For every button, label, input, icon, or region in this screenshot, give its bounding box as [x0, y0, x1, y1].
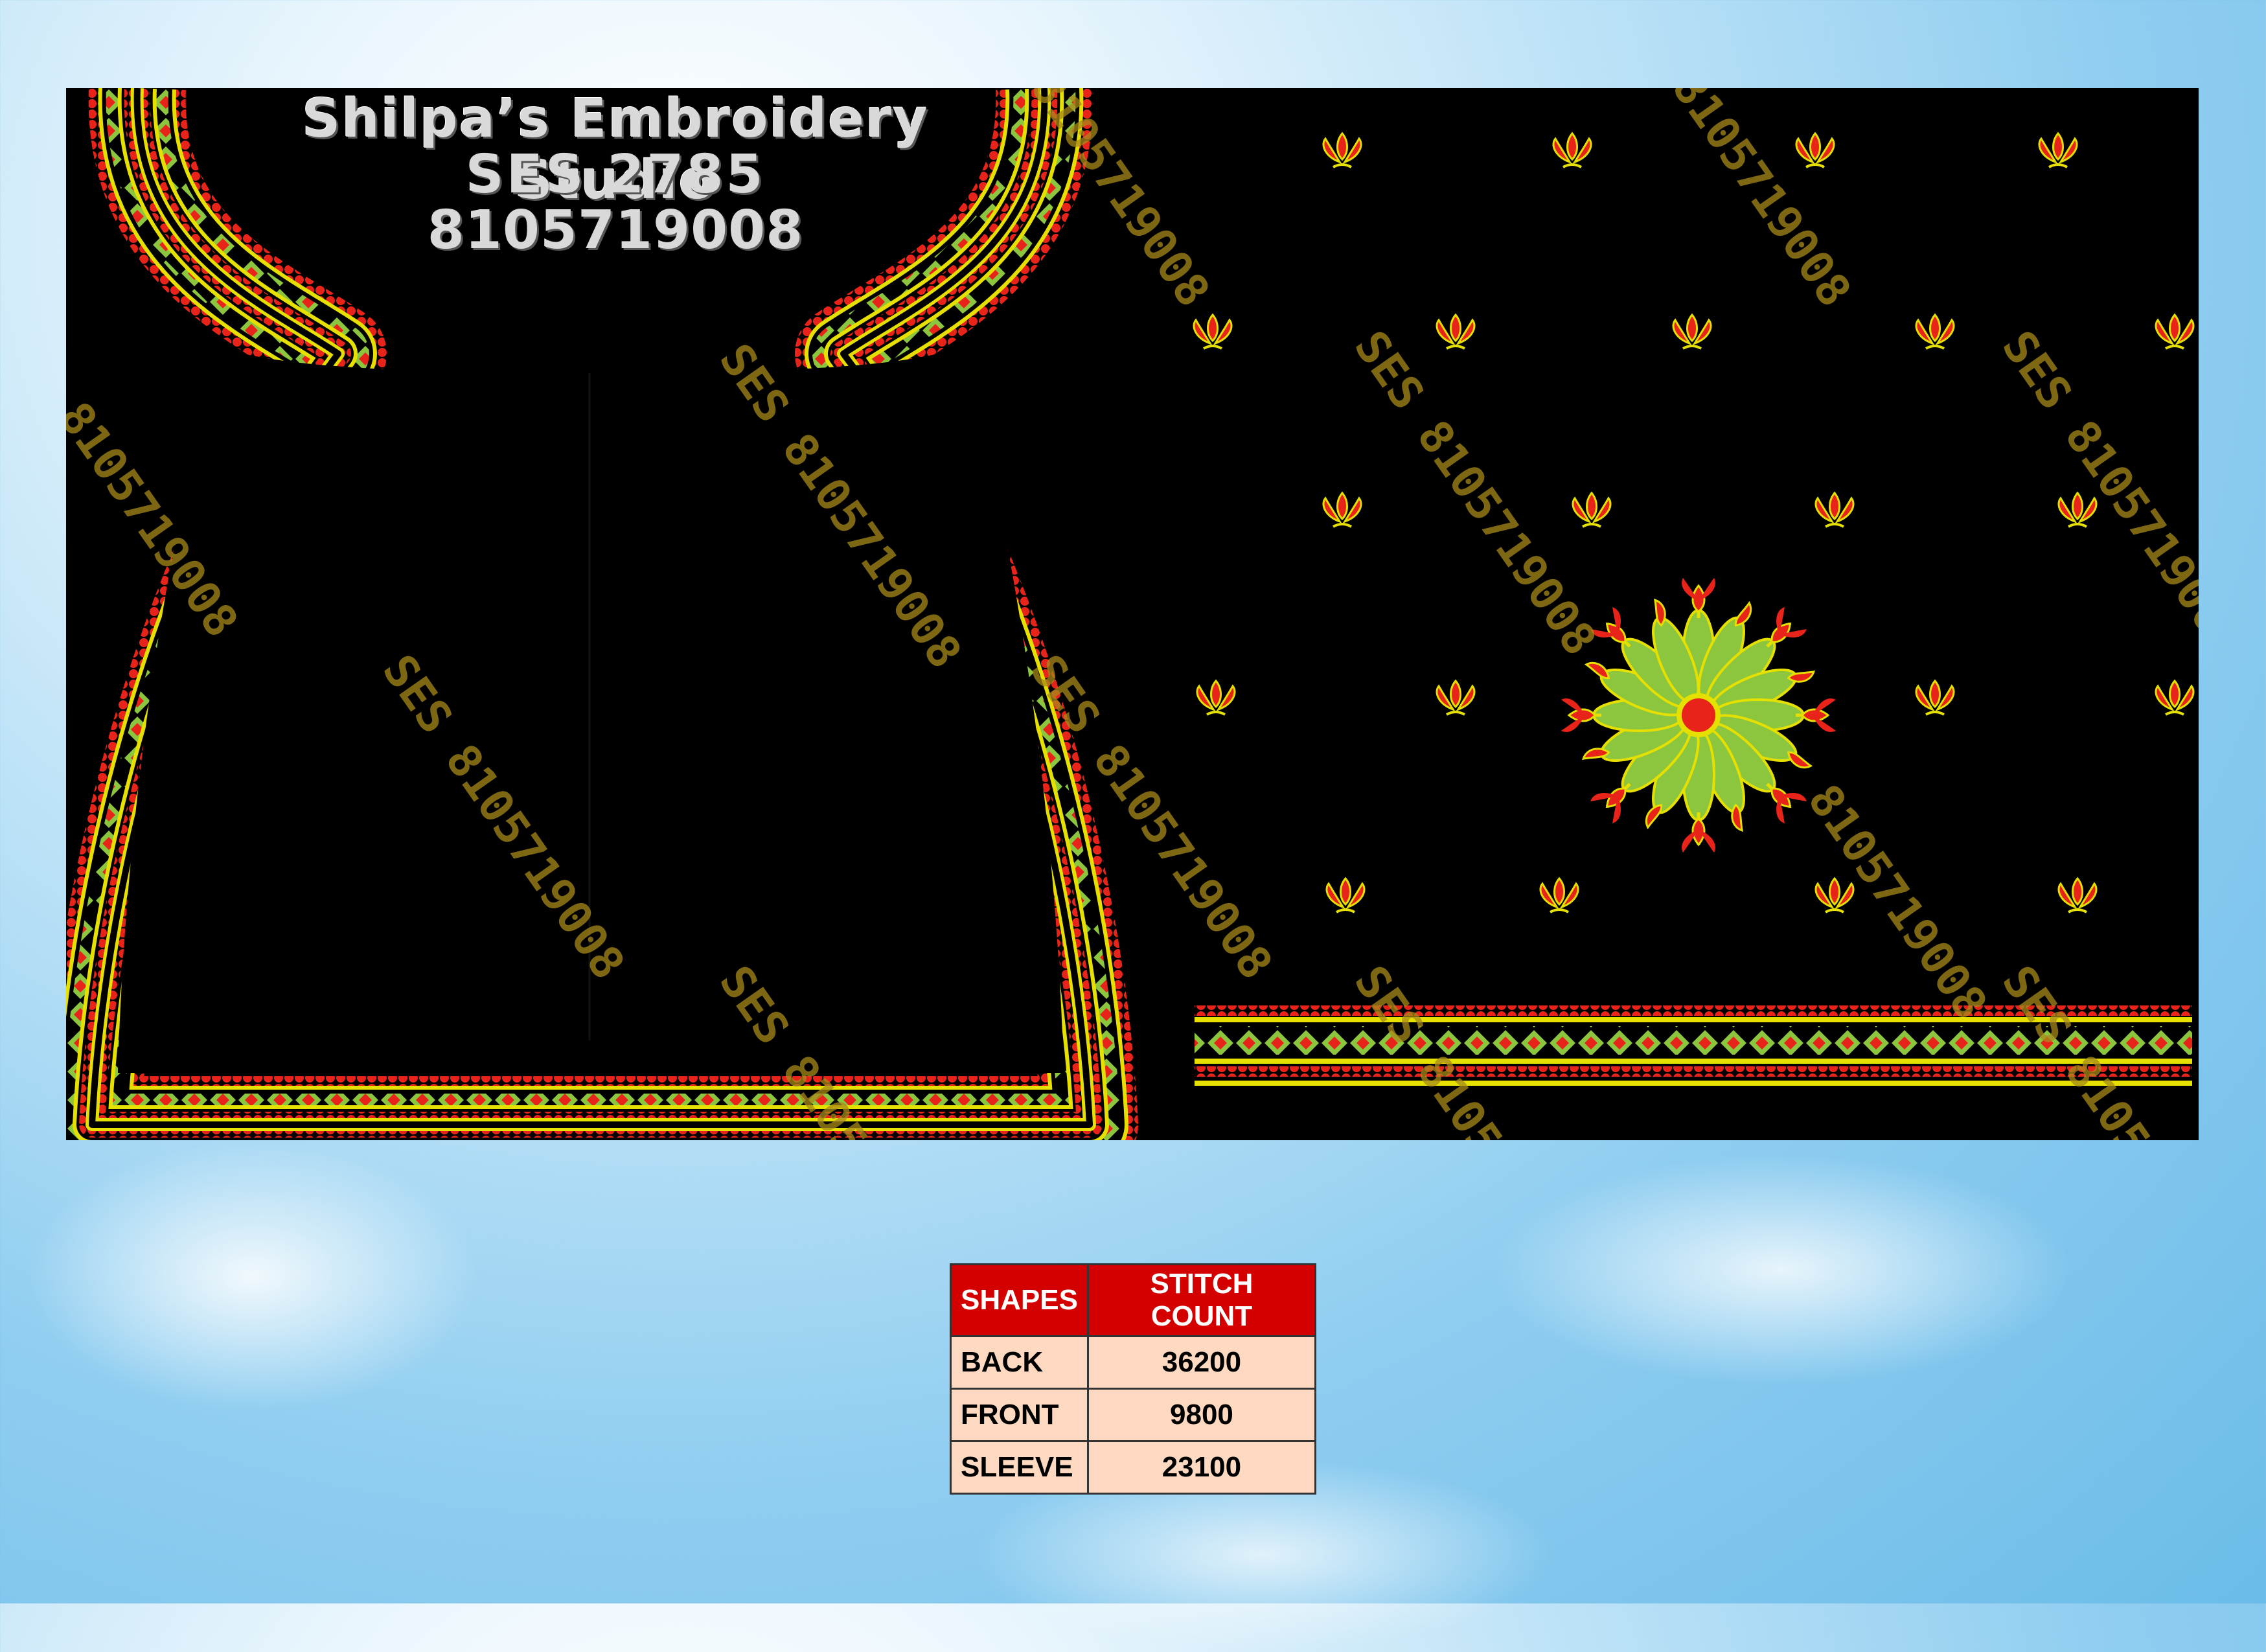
buti-petal: [1210, 679, 1222, 709]
buti-petal: [1929, 679, 1941, 709]
buti-motif: [1915, 313, 1955, 350]
table-row: BACK 36200: [950, 1335, 1316, 1390]
border-dot-row: [1195, 1066, 2192, 1077]
embroidery-design-canvas: Shilpa’s Embroidery Studio SES 2785 8105…: [66, 88, 2199, 1140]
buti-base: [1805, 163, 1825, 168]
buti-petal: [1450, 679, 1461, 709]
buti-petal: [1686, 313, 1698, 343]
buti-petal: [2169, 313, 2180, 343]
buti-motif: [1552, 132, 1592, 168]
buti-motif: [1539, 877, 1579, 913]
buti-motif: [2155, 313, 2195, 350]
buti-petal: [1809, 132, 1821, 161]
buti-base: [1825, 908, 1844, 913]
buti-petal: [2072, 877, 2083, 906]
buti-motif: [1193, 313, 1233, 350]
buti-petal: [2052, 132, 2064, 161]
buti-petal: [1340, 877, 1351, 906]
flower-center: [1677, 693, 1721, 737]
buti-motif: [2038, 132, 2078, 168]
count-cell: 9800: [1086, 1388, 1316, 1442]
table-header-row: SHAPES STITCH COUNT: [950, 1263, 1316, 1337]
buti-petal: [1553, 877, 1565, 906]
background-cloud: [1490, 1153, 2073, 1386]
buti-base: [1333, 163, 1352, 168]
center-flower-motif: [1561, 578, 1836, 853]
buti-petal: [1450, 313, 1461, 343]
border-yellow-line: [1195, 1081, 2192, 1086]
buti-petal: [1929, 313, 1941, 343]
buti-base: [1336, 908, 1355, 913]
buti-base: [1206, 711, 1226, 716]
buti-base: [2048, 163, 2068, 168]
buti-motif: [1572, 491, 1612, 528]
buti-petal: [1829, 491, 1840, 521]
buti-base: [1550, 908, 1569, 913]
buti-petal: [1829, 877, 1840, 906]
buti-base: [1446, 345, 1465, 350]
shape-cell: SLEEVE: [950, 1440, 1089, 1495]
buti-motif: [1672, 313, 1712, 350]
buti-motif: [1325, 877, 1366, 913]
buti-motif: [2155, 679, 2195, 716]
stitch-count-table: SHAPES STITCH COUNT BACK 36200 FRONT 980…: [950, 1263, 1316, 1495]
buti-base: [1446, 711, 1465, 716]
column-header-shapes: SHAPES: [950, 1263, 1089, 1337]
phone-number: 8105719008: [427, 200, 804, 261]
design-code: SES 2785: [465, 144, 766, 205]
buti-base: [1562, 163, 1582, 168]
buti-motif: [1436, 313, 1476, 350]
shape-cell: FRONT: [950, 1388, 1089, 1442]
count-cell: 36200: [1086, 1335, 1316, 1390]
buti-petal: [2169, 679, 2180, 709]
buti-base: [2068, 908, 2087, 913]
buti-motif: [2057, 877, 2098, 913]
column-header-stitch-count: STITCH COUNT: [1086, 1263, 1316, 1337]
buti-base: [1925, 711, 1945, 716]
shape-cell: BACK: [950, 1335, 1089, 1390]
buti-base: [1682, 345, 1702, 350]
buti-petal: [2072, 491, 2083, 521]
buti-motif: [1196, 679, 1236, 716]
buti-motif: [1814, 491, 1855, 528]
buti-base: [1925, 345, 1945, 350]
buti-base: [1333, 523, 1352, 528]
buti-motif: [1322, 491, 1362, 528]
buti-motif: [1814, 877, 1855, 913]
buti-petal: [1336, 491, 1348, 521]
buti-petal: [1336, 132, 1348, 161]
buti-petal: [1566, 132, 1578, 161]
buti-petal: [1207, 313, 1219, 343]
count-cell: 23100: [1086, 1440, 1316, 1495]
table-row: FRONT 9800: [950, 1388, 1316, 1442]
buti-petal: [1586, 491, 1597, 521]
table-row: SLEEVE 23100: [950, 1440, 1316, 1495]
background-cloud: [26, 1140, 479, 1412]
buti-base: [1582, 523, 1601, 528]
buti-motif: [1322, 132, 1362, 168]
buti-base: [2068, 523, 2087, 528]
buti-motif: [1915, 679, 1955, 716]
buti-motif: [2057, 491, 2098, 528]
buti-base: [1203, 345, 1222, 350]
buti-motif: [1436, 679, 1476, 716]
buti-motif: [1795, 132, 1835, 168]
buti-base: [2165, 711, 2184, 716]
buti-base: [1825, 523, 1844, 528]
buti-base: [2165, 345, 2184, 350]
